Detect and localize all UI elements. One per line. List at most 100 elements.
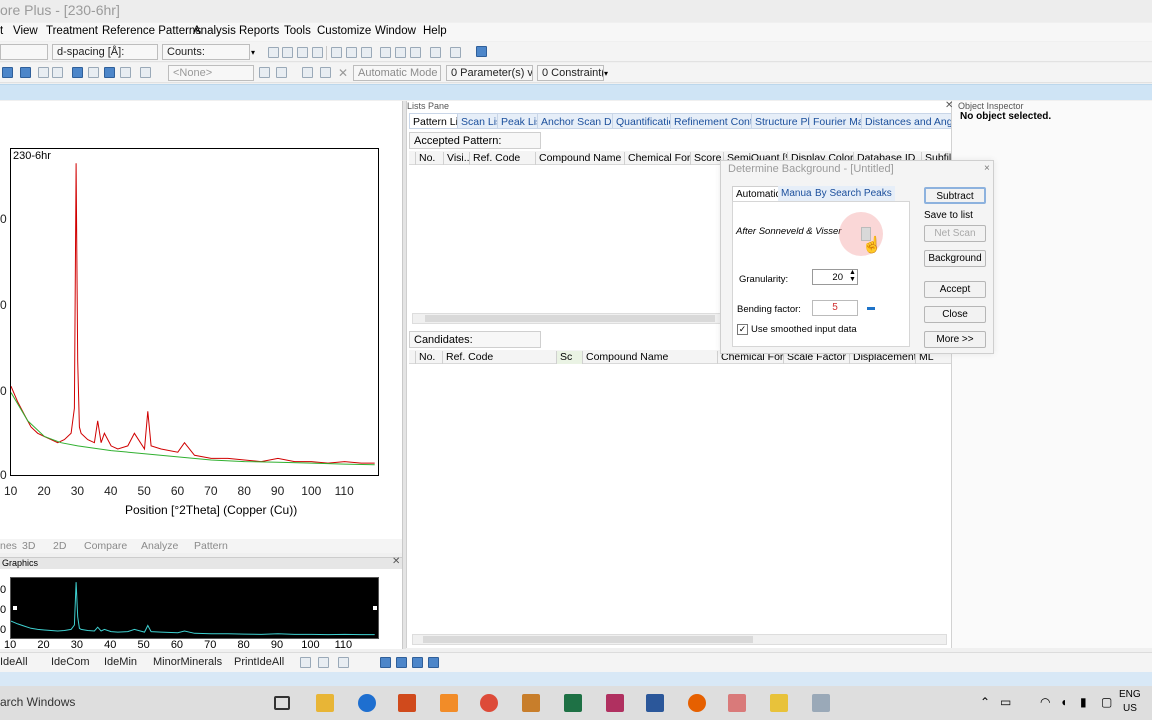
macro-minorminerals[interactable]: MinorMinerals: [153, 656, 222, 668]
undo-icon[interactable]: [430, 47, 441, 58]
tool-icon[interactable]: [338, 657, 349, 668]
tool-icon[interactable]: [380, 657, 391, 668]
region-label[interactable]: US: [1123, 703, 1137, 714]
scroll-thumb[interactable]: [425, 315, 715, 322]
close-button[interactable]: Close: [924, 306, 986, 323]
menu-item-customize[interactable]: Customize: [317, 25, 371, 37]
menu-item-window[interactable]: Window: [375, 25, 416, 37]
column-header[interactable]: No.: [415, 152, 443, 165]
close-icon[interactable]: ×: [984, 163, 990, 174]
diffraction-plot[interactable]: 230-6hr: [10, 148, 379, 476]
bending-slider[interactable]: [867, 307, 875, 310]
accept-button[interactable]: Accept: [924, 281, 986, 298]
language-label[interactable]: ENG: [1119, 689, 1141, 700]
menu-item-tools[interactable]: Tools: [284, 25, 311, 37]
column-header[interactable]: Ref. Code: [442, 351, 556, 364]
tool-icon[interactable]: [396, 657, 407, 668]
media-icon[interactable]: [606, 694, 624, 712]
none-select[interactable]: <None>: [168, 65, 254, 81]
paste-icon[interactable]: [395, 47, 406, 58]
tab-by-search-peaks[interactable]: By Search Peaks: [812, 186, 895, 202]
range-handle-left[interactable]: [13, 606, 17, 610]
menu-item-treatment[interactable]: Treatment: [46, 25, 98, 37]
wifi-icon[interactable]: ◠: [1040, 695, 1050, 709]
tool-icon[interactable]: [412, 657, 423, 668]
firefox-icon[interactable]: [688, 694, 706, 712]
save-as-icon[interactable]: [312, 47, 323, 58]
sphere-icon[interactable]: [88, 67, 99, 78]
column-header[interactable]: Compound Name: [535, 152, 625, 165]
taskbar-search[interactable]: arch Windows: [0, 695, 75, 709]
file-explorer-icon[interactable]: [316, 694, 334, 712]
edge-icon[interactable]: [358, 694, 376, 712]
database-icon[interactable]: [476, 46, 487, 57]
office-icon[interactable]: [398, 694, 416, 712]
open-icon[interactable]: [282, 47, 293, 58]
word-icon[interactable]: [646, 694, 664, 712]
tool-icon[interactable]: [428, 657, 439, 668]
net-scan-button[interactable]: Net Scan: [924, 225, 986, 242]
task-view-icon[interactable]: [274, 696, 290, 710]
tab-compare[interactable]: Compare: [84, 540, 127, 552]
counts-field[interactable]: Counts:: [162, 44, 250, 60]
column-header[interactable]: Visi...: [443, 152, 469, 165]
pattern-icon[interactable]: [259, 67, 270, 78]
menu-item-reference-patterns[interactable]: Reference Patterns: [102, 25, 201, 37]
tools-icon[interactable]: [276, 67, 287, 78]
battery-icon[interactable]: ▮: [1080, 695, 1087, 709]
horizontal-scrollbar[interactable]: [412, 313, 722, 324]
delete-icon[interactable]: [410, 47, 421, 58]
tab-lines[interactable]: nes: [0, 540, 17, 552]
refine-icon[interactable]: [302, 67, 313, 78]
notification-icon[interactable]: ▢: [1101, 695, 1112, 709]
app-icon[interactable]: [522, 694, 540, 712]
menu-item-view[interactable]: View: [13, 25, 38, 37]
preview-icon[interactable]: [346, 47, 357, 58]
tool-icon[interactable]: [318, 657, 329, 668]
app-icon[interactable]: [440, 694, 458, 712]
triangle-icon[interactable]: [52, 67, 63, 78]
line-icon[interactable]: [38, 67, 49, 78]
position-field[interactable]: [0, 44, 48, 60]
chrome-icon[interactable]: [480, 694, 498, 712]
step-icon[interactable]: [320, 67, 331, 78]
column-header[interactable]: Ref. Code: [469, 152, 535, 165]
copy-icon[interactable]: [380, 47, 391, 58]
peak-icon[interactable]: [20, 67, 31, 78]
chevron-down-icon[interactable]: ▾: [251, 48, 255, 57]
column-header[interactable]: No.: [415, 351, 442, 364]
menu-item-analysis[interactable]: Analysis: [193, 25, 236, 37]
network-icon[interactable]: ▭: [1000, 695, 1011, 709]
column-header[interactable]: Score: [690, 152, 723, 165]
grid-icon[interactable]: [140, 67, 151, 78]
excel-icon[interactable]: [564, 694, 582, 712]
range-handle-right[interactable]: [373, 606, 377, 610]
redo-icon[interactable]: [450, 47, 461, 58]
app-icon[interactable]: [770, 694, 788, 712]
close-x-icon[interactable]: ✕: [338, 66, 348, 80]
horizontal-scrollbar[interactable]: [412, 634, 947, 645]
tab-pattern[interactable]: Pattern: [194, 540, 228, 552]
scroll-thumb[interactable]: [423, 636, 753, 643]
background-button[interactable]: Background: [924, 250, 986, 267]
print-icon[interactable]: [331, 47, 342, 58]
subtract-button[interactable]: Subtract: [924, 187, 986, 204]
column-header[interactable]: Compound Name: [582, 351, 717, 364]
tab-manual[interactable]: Manual: [778, 186, 817, 202]
tab-automatic[interactable]: Automatic: [732, 186, 785, 202]
menu-item-edit[interactable]: t: [0, 25, 3, 37]
menu-item-reports[interactable]: Reports: [239, 25, 279, 37]
spin-buttons[interactable]: ▲ ▼: [848, 269, 857, 283]
save-icon[interactable]: [297, 47, 308, 58]
chevron-up-icon[interactable]: ⌃: [980, 695, 990, 709]
new-document-icon[interactable]: [268, 47, 279, 58]
fit-icon[interactable]: [120, 67, 131, 78]
volume-icon[interactable]: ◖: [1060, 695, 1067, 709]
chevron-down-icon[interactable]: ▾: [604, 69, 608, 78]
wave-icon[interactable]: [104, 67, 115, 78]
column-header[interactable]: Chemical For...: [624, 152, 690, 165]
d-spacing-field[interactable]: d-spacing [Å]:: [52, 44, 158, 60]
mode-select[interactable]: Automatic Mode: [353, 65, 441, 81]
profile-icon[interactable]: [72, 67, 83, 78]
macro-printideall[interactable]: PrintIdeAll: [234, 656, 284, 668]
